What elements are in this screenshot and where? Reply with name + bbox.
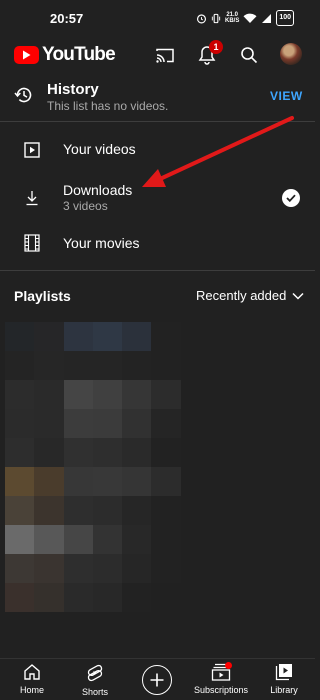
create-button[interactable]: [142, 665, 172, 695]
nav-label: Subscriptions: [193, 685, 249, 695]
sort-dropdown[interactable]: Recently added: [196, 288, 304, 303]
sort-label: Recently added: [196, 288, 287, 303]
new-content-dot: [225, 662, 232, 669]
shorts-icon: [87, 664, 103, 682]
bottom-navigation: Home Shorts Subscriptions Library: [0, 658, 315, 700]
nav-home[interactable]: Home: [0, 663, 67, 695]
plus-icon: [150, 673, 164, 687]
nav-library[interactable]: Library: [249, 663, 319, 695]
nav-label: Home: [19, 685, 44, 695]
home-icon: [24, 664, 40, 680]
nav-subscriptions[interactable]: Subscriptions: [186, 662, 256, 695]
library-icon: [275, 664, 292, 681]
playlists-heading: Playlists: [14, 288, 71, 304]
playlist-thumbnails-pixelated: [5, 322, 181, 612]
nav-shorts[interactable]: Shorts: [60, 663, 130, 697]
nav-label: Library: [270, 685, 298, 695]
nav-label: Shorts: [81, 687, 108, 697]
chevron-down-icon: [292, 292, 304, 300]
